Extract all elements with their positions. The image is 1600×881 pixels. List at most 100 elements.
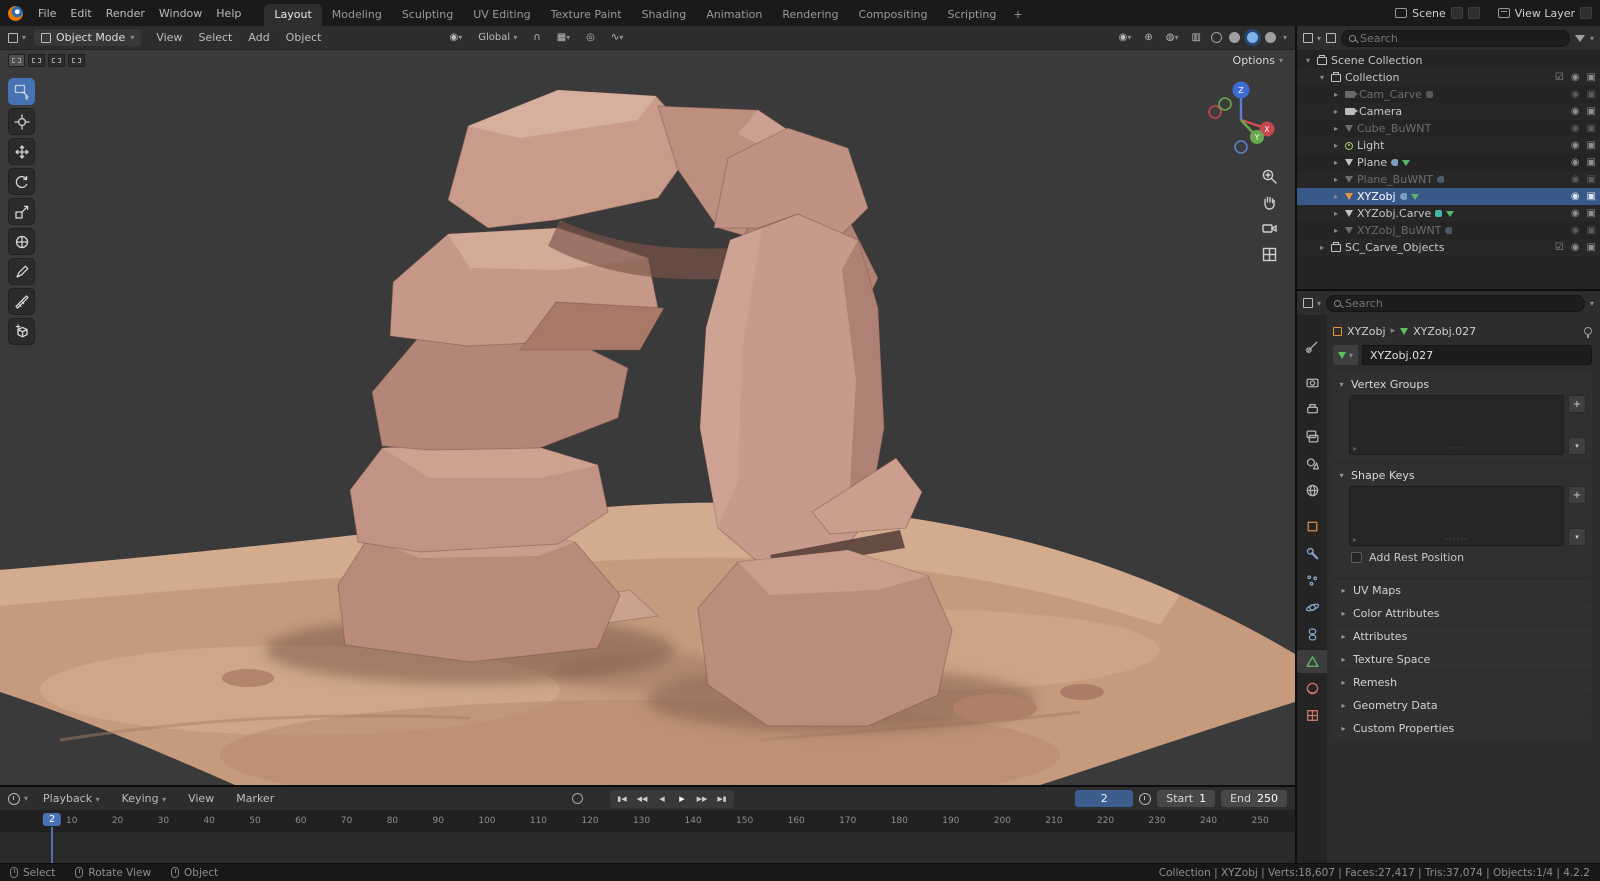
properties-tab-modifiers[interactable] xyxy=(1299,542,1325,565)
menu-item[interactable]: Help xyxy=(209,5,248,22)
render-toggle[interactable]: ▣ xyxy=(1587,208,1596,219)
properties-tab-object-data[interactable] xyxy=(1297,650,1327,673)
keying-menu[interactable]: Keying ▾ xyxy=(115,790,173,807)
select-mode-new[interactable] xyxy=(8,54,25,67)
properties-tab-render[interactable] xyxy=(1299,371,1325,394)
orientation-selector[interactable]: Global ▾ xyxy=(475,31,520,44)
drag-grip[interactable]: ······ xyxy=(1445,535,1468,545)
transform-pivot-icon[interactable]: ◉▾ xyxy=(447,31,466,44)
hide-toggle[interactable]: ◉ xyxy=(1571,89,1580,100)
overlays-toggle-icon[interactable]: ◍▾ xyxy=(1163,31,1182,44)
end-frame-field[interactable]: End 250 xyxy=(1221,790,1287,807)
disclosure-icon[interactable]: ▸ xyxy=(1317,243,1327,252)
shading-solid-icon[interactable] xyxy=(1228,32,1240,43)
menu-item[interactable]: Edit xyxy=(63,5,98,22)
hide-toggle[interactable]: ◉ xyxy=(1571,174,1580,185)
tool-add-cube[interactable] xyxy=(8,318,35,345)
disclosure-icon[interactable]: ▸ xyxy=(1331,175,1341,184)
playback-menu[interactable]: Playback ▾ xyxy=(36,790,107,807)
outliner-row-xyzobj-buwnt[interactable]: ▸ XYZobj_BuWNT ◉ ▣ xyxy=(1297,222,1600,239)
filter-dropdown-icon[interactable]: ▾ xyxy=(1590,34,1594,43)
scene-selector[interactable]: Scene xyxy=(1412,7,1446,20)
timeline-ruler[interactable]: 10 20 30 40 50 60 70 80 90 100 110 120 130 140 150 160 1… xyxy=(0,811,1295,831)
new-view-layer-button[interactable] xyxy=(1580,7,1592,19)
properties-tab-texture[interactable] xyxy=(1299,704,1325,727)
gizmo-toggle-icon[interactable]: ⊕ xyxy=(1141,31,1155,44)
properties-tab-view-layer[interactable] xyxy=(1299,425,1325,448)
shape-keys-list[interactable]: ▸ ······ xyxy=(1349,486,1564,546)
shading-wireframe-icon[interactable] xyxy=(1210,32,1222,43)
hide-toggle[interactable]: ◉ xyxy=(1571,123,1580,134)
start-frame-field[interactable]: Start 1 xyxy=(1157,790,1216,807)
tool-scale[interactable] xyxy=(8,198,35,225)
new-scene-button[interactable] xyxy=(1467,7,1480,19)
disclosure-icon[interactable]: ▸ xyxy=(1331,90,1341,99)
properties-tab-object[interactable] xyxy=(1299,515,1325,538)
select-mode-subtract[interactable] xyxy=(48,54,65,67)
tool-select-box[interactable] xyxy=(8,78,35,105)
add-vertex-group-button[interactable]: + xyxy=(1568,395,1586,413)
outliner-row-collection[interactable]: ▾ Collection ☑ ◉ ▣ xyxy=(1297,69,1600,86)
current-frame-field[interactable]: 2 xyxy=(1075,790,1134,807)
hide-toggle[interactable]: ◉ xyxy=(1571,242,1580,253)
snap-magnet-icon[interactable]: ∩ xyxy=(530,31,543,44)
disclosure-icon[interactable]: ▸ xyxy=(1331,107,1341,116)
properties-panel-collapsed[interactable]: ▸ UV Maps xyxy=(1333,580,1592,601)
menu-item[interactable]: Render xyxy=(99,5,152,22)
outliner-row-camera[interactable]: ▸ Camera ◉ ▣ xyxy=(1297,103,1600,120)
workspace-tab-uv-editing[interactable]: UV Editing xyxy=(463,4,540,26)
workspace-tab-modeling[interactable]: Modeling xyxy=(322,4,392,26)
timeline-editor-type-button[interactable]: ▾ xyxy=(8,792,28,805)
menu-item[interactable]: Window xyxy=(152,5,209,22)
properties-tab-particles[interactable] xyxy=(1299,569,1325,592)
render-toggle[interactable]: ▣ xyxy=(1587,106,1596,117)
select-mode-extend[interactable] xyxy=(28,54,45,67)
disclosure-icon[interactable]: ▸ xyxy=(1331,158,1341,167)
render-toggle[interactable]: ▣ xyxy=(1587,123,1596,134)
viewport-menu-item[interactable]: View xyxy=(149,29,189,46)
properties-search[interactable] xyxy=(1326,294,1585,312)
render-toggle[interactable]: ▣ xyxy=(1587,225,1596,236)
outliner-row-scene-collection[interactable]: ▾ Scene Collection xyxy=(1297,52,1600,69)
tool-annotate[interactable] xyxy=(8,258,35,285)
menu-item[interactable]: File xyxy=(31,5,63,22)
zoom-icon[interactable] xyxy=(1261,168,1278,185)
exclude-checkbox[interactable]: ☑ xyxy=(1555,72,1564,83)
disclosure-icon[interactable]: ▸ xyxy=(1331,141,1341,150)
xray-toggle-icon[interactable]: ▥ xyxy=(1189,31,1204,44)
render-toggle[interactable]: ▣ xyxy=(1587,157,1596,168)
hide-toggle[interactable]: ◉ xyxy=(1571,106,1580,117)
tool-rotate[interactable] xyxy=(8,168,35,195)
workspace-tab-animation[interactable]: Animation xyxy=(696,4,772,26)
hide-toggle[interactable]: ◉ xyxy=(1571,140,1580,151)
options-dropdown[interactable]: Options ▾ xyxy=(1233,54,1283,67)
workspace-tab-scripting[interactable]: Scripting xyxy=(937,4,1006,26)
visibility-dropdown-icon[interactable]: ◉▾ xyxy=(1116,31,1135,44)
playhead[interactable]: 2 xyxy=(42,813,62,826)
select-mode-intersect[interactable] xyxy=(68,54,85,67)
timeline-track[interactable] xyxy=(0,831,1295,863)
properties-tab-physics[interactable] xyxy=(1299,596,1325,619)
hide-toggle[interactable]: ◉ xyxy=(1571,208,1580,219)
disclosure-icon[interactable]: ▸ xyxy=(1331,192,1341,201)
properties-tab-world[interactable] xyxy=(1299,479,1325,502)
vertex-groups-list[interactable]: ▸ ······ xyxy=(1349,395,1564,455)
viewport-menu-item[interactable]: Object xyxy=(279,29,329,46)
auto-keying-toggle[interactable] xyxy=(572,793,583,804)
properties-panel-collapsed[interactable]: ▸ Color Attributes xyxy=(1333,603,1592,624)
camera-view-icon[interactable] xyxy=(1261,220,1278,237)
outliner-display-mode-icon[interactable] xyxy=(1326,33,1337,43)
workspace-tab-sculpting[interactable]: Sculpting xyxy=(392,4,463,26)
properties-panel-collapsed[interactable]: ▸ Custom Properties xyxy=(1333,718,1592,739)
outliner-editor-type-button[interactable]: ▾ xyxy=(1303,33,1321,43)
properties-panel-collapsed[interactable]: ▸ Geometry Data xyxy=(1333,695,1592,716)
marker-menu[interactable]: Marker xyxy=(229,790,281,807)
play-button[interactable]: ▶ xyxy=(673,791,691,807)
render-toggle[interactable]: ▣ xyxy=(1587,191,1596,202)
shading-material-preview-icon[interactable] xyxy=(1246,32,1258,43)
jump-to-end-button[interactable]: ▶▮ xyxy=(713,791,731,807)
outliner-row-sc-carve-objects[interactable]: ▸ SC_Carve_Objects ☑ ◉ ▣ xyxy=(1297,239,1600,256)
previous-keyframe-button[interactable]: ◀◀ xyxy=(633,791,651,807)
mesh-name-field[interactable]: XYZobj.027 xyxy=(1362,345,1592,365)
render-toggle[interactable]: ▣ xyxy=(1587,242,1596,253)
